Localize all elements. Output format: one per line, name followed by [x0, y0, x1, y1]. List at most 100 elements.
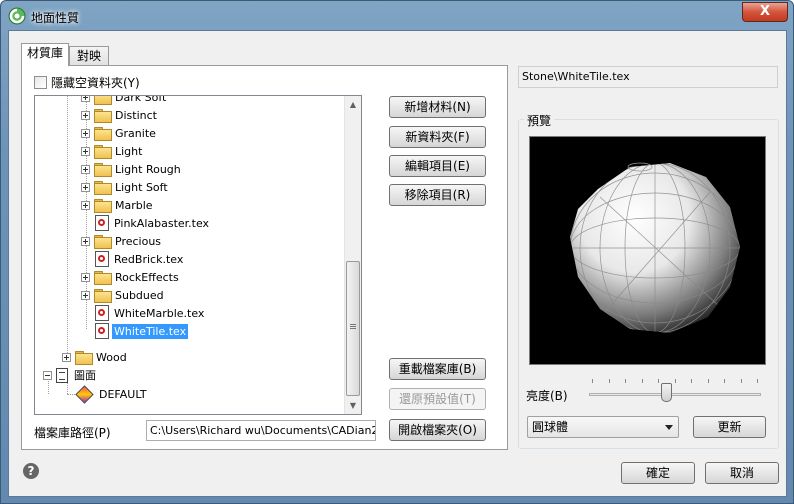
preview-shape-select[interactable]: 圓球體 [527, 416, 679, 438]
folder-icon [94, 163, 112, 177]
material-tree[interactable]: Dark Soft Distinct Granite Light Light Rough… [34, 95, 362, 415]
collapse-icon[interactable] [43, 370, 52, 380]
library-path-input[interactable]: C:\Users\Richard wu\Documents\CADian2021… [146, 420, 376, 441]
reload-library-button[interactable]: 重載檔案庫(B) [389, 358, 486, 380]
brightness-slider-thumb[interactable] [661, 383, 672, 402]
tree-item-wood[interactable]: Wood [62, 348, 129, 366]
tree-scrollbar[interactable]: ▲ ▼ [344, 96, 361, 414]
tree-item-label: Distinct [115, 108, 157, 122]
cancel-button[interactable]: 取消 [705, 462, 779, 484]
expand-icon[interactable] [81, 272, 90, 282]
expand-icon[interactable] [81, 200, 90, 210]
tree-item[interactable]: PinkAlabaster.tex [95, 214, 211, 232]
scrollbar-thumb[interactable] [346, 261, 360, 396]
grip-icon [350, 324, 356, 329]
folder-icon [94, 199, 112, 213]
tree-item-label: Dark Soft [115, 95, 167, 104]
expand-icon[interactable] [81, 182, 90, 192]
tree-item-default[interactable]: DEFAULT [75, 384, 149, 404]
tree-item-label: Light Soft [115, 180, 168, 194]
scroll-down-icon[interactable]: ▼ [345, 397, 361, 414]
close-icon: X [759, 4, 771, 19]
update-preview-button[interactable]: 更新 [693, 416, 766, 438]
hide-empty-folders-checkbox[interactable] [34, 76, 47, 89]
library-path-label: 檔案庫路徑(P) [34, 426, 111, 440]
tree-item-label: Light [115, 144, 143, 158]
brightness-label: 亮度(B) [526, 389, 568, 403]
preview-group-title: 預覽 [524, 112, 555, 129]
tree-item[interactable]: Light Soft [81, 178, 170, 196]
tree-item-label: Granite [115, 126, 156, 140]
tree-item-label: RedBrick.tex [114, 252, 184, 266]
preview-shape-value: 圓球體 [532, 420, 569, 434]
tree-item[interactable]: Precious [81, 232, 163, 250]
slider-ticks [592, 379, 758, 383]
restore-defaults-button: 還原預設值(T) [389, 388, 486, 410]
tree-item[interactable]: Subdued [81, 286, 166, 304]
scroll-up-icon[interactable]: ▲ [345, 96, 361, 113]
tree-item-drawing[interactable]: 圖面 [43, 366, 98, 384]
dialog-client-area: 材質庫 對映 隱藏空資料夾(Y) Dark Soft Distinct Granit… [8, 30, 787, 497]
folder-icon [94, 235, 112, 249]
help-icon[interactable]: ? [23, 463, 39, 479]
close-button[interactable]: X [742, 2, 788, 22]
tree-item[interactable]: Marble [81, 196, 155, 214]
material-diamond-icon [75, 384, 94, 404]
tree-item-label: WhiteTile.tex [112, 323, 189, 339]
expand-icon[interactable] [62, 352, 71, 362]
folder-icon [94, 96, 112, 105]
brightness-slider-track[interactable] [589, 393, 761, 396]
texture-file-icon [95, 305, 109, 321]
selected-material-path: Stone\WhiteTile.tex [518, 66, 778, 88]
tree-item-label: 圖面 [74, 369, 96, 382]
tree-item[interactable]: RedBrick.tex [95, 250, 185, 268]
tree-item-label: Precious [115, 234, 162, 248]
texture-file-icon [95, 323, 109, 339]
expand-icon[interactable] [81, 290, 90, 300]
tree-item-label: Wood [96, 350, 127, 364]
expand-icon[interactable] [81, 146, 90, 156]
tree-item[interactable]: WhiteMarble.tex [95, 304, 206, 322]
open-folder-button[interactable]: 開啟檔案夾(O) [389, 419, 486, 441]
expand-icon[interactable] [81, 236, 90, 246]
title-bar[interactable]: 地面性質 X [1, 1, 793, 31]
tree-connector [67, 96, 68, 353]
library-tab-panel: 隱藏空資料夾(Y) Dark Soft Distinct Granite Light L… [21, 65, 508, 450]
new-folder-button[interactable]: 新資料夾(F) [389, 126, 486, 148]
tree-item[interactable]: Light [81, 142, 144, 160]
folder-icon [94, 145, 112, 159]
tree-item-label: WhiteMarble.tex [114, 306, 205, 320]
folder-icon [94, 109, 112, 123]
new-material-button[interactable]: 新增材料(N) [389, 96, 486, 118]
expand-icon[interactable] [81, 128, 90, 138]
texture-file-icon [95, 251, 109, 267]
material-preview [529, 136, 766, 365]
tree-item[interactable]: Granite [81, 124, 158, 142]
remove-item-button[interactable]: 移除項目(R) [389, 184, 486, 206]
tree-item-label: PinkAlabaster.tex [114, 216, 210, 230]
expand-icon[interactable] [81, 110, 90, 120]
tree-item[interactable]: Distinct [81, 106, 159, 124]
dialog-window: 地面性質 X 材質庫 對映 隱藏空資料夾(Y) Dark Soft Distinc… [0, 0, 794, 504]
texture-file-icon [95, 215, 109, 231]
edit-item-button[interactable]: 編輯項目(E) [389, 155, 486, 177]
tree-item-label: Marble [115, 198, 153, 212]
tree-item-label: Light Rough [115, 162, 181, 176]
hide-empty-folders-label: 隱藏空資料夾(Y) [51, 76, 140, 90]
expand-icon[interactable] [81, 96, 90, 102]
ok-button[interactable]: 確定 [621, 462, 695, 484]
folder-icon [75, 351, 93, 365]
folder-icon [94, 127, 112, 141]
tree-item[interactable]: Light Rough [81, 160, 183, 178]
window-title: 地面性質 [31, 11, 80, 25]
tree-item-label: DEFAULT [99, 387, 147, 401]
expand-icon[interactable] [81, 164, 90, 174]
tab-mapping[interactable]: 對映 [69, 46, 109, 67]
tree-item[interactable]: WhiteTile.tex [95, 322, 189, 340]
tab-library[interactable]: 材質庫 [21, 43, 69, 66]
hide-empty-folders-option[interactable]: 隱藏空資料夾(Y) [34, 74, 140, 91]
tree-item[interactable]: Dark Soft [81, 95, 168, 106]
sphere-preview-icon [570, 162, 740, 333]
tree-item[interactable]: RockEffects [81, 268, 181, 286]
app-icon [8, 7, 26, 25]
